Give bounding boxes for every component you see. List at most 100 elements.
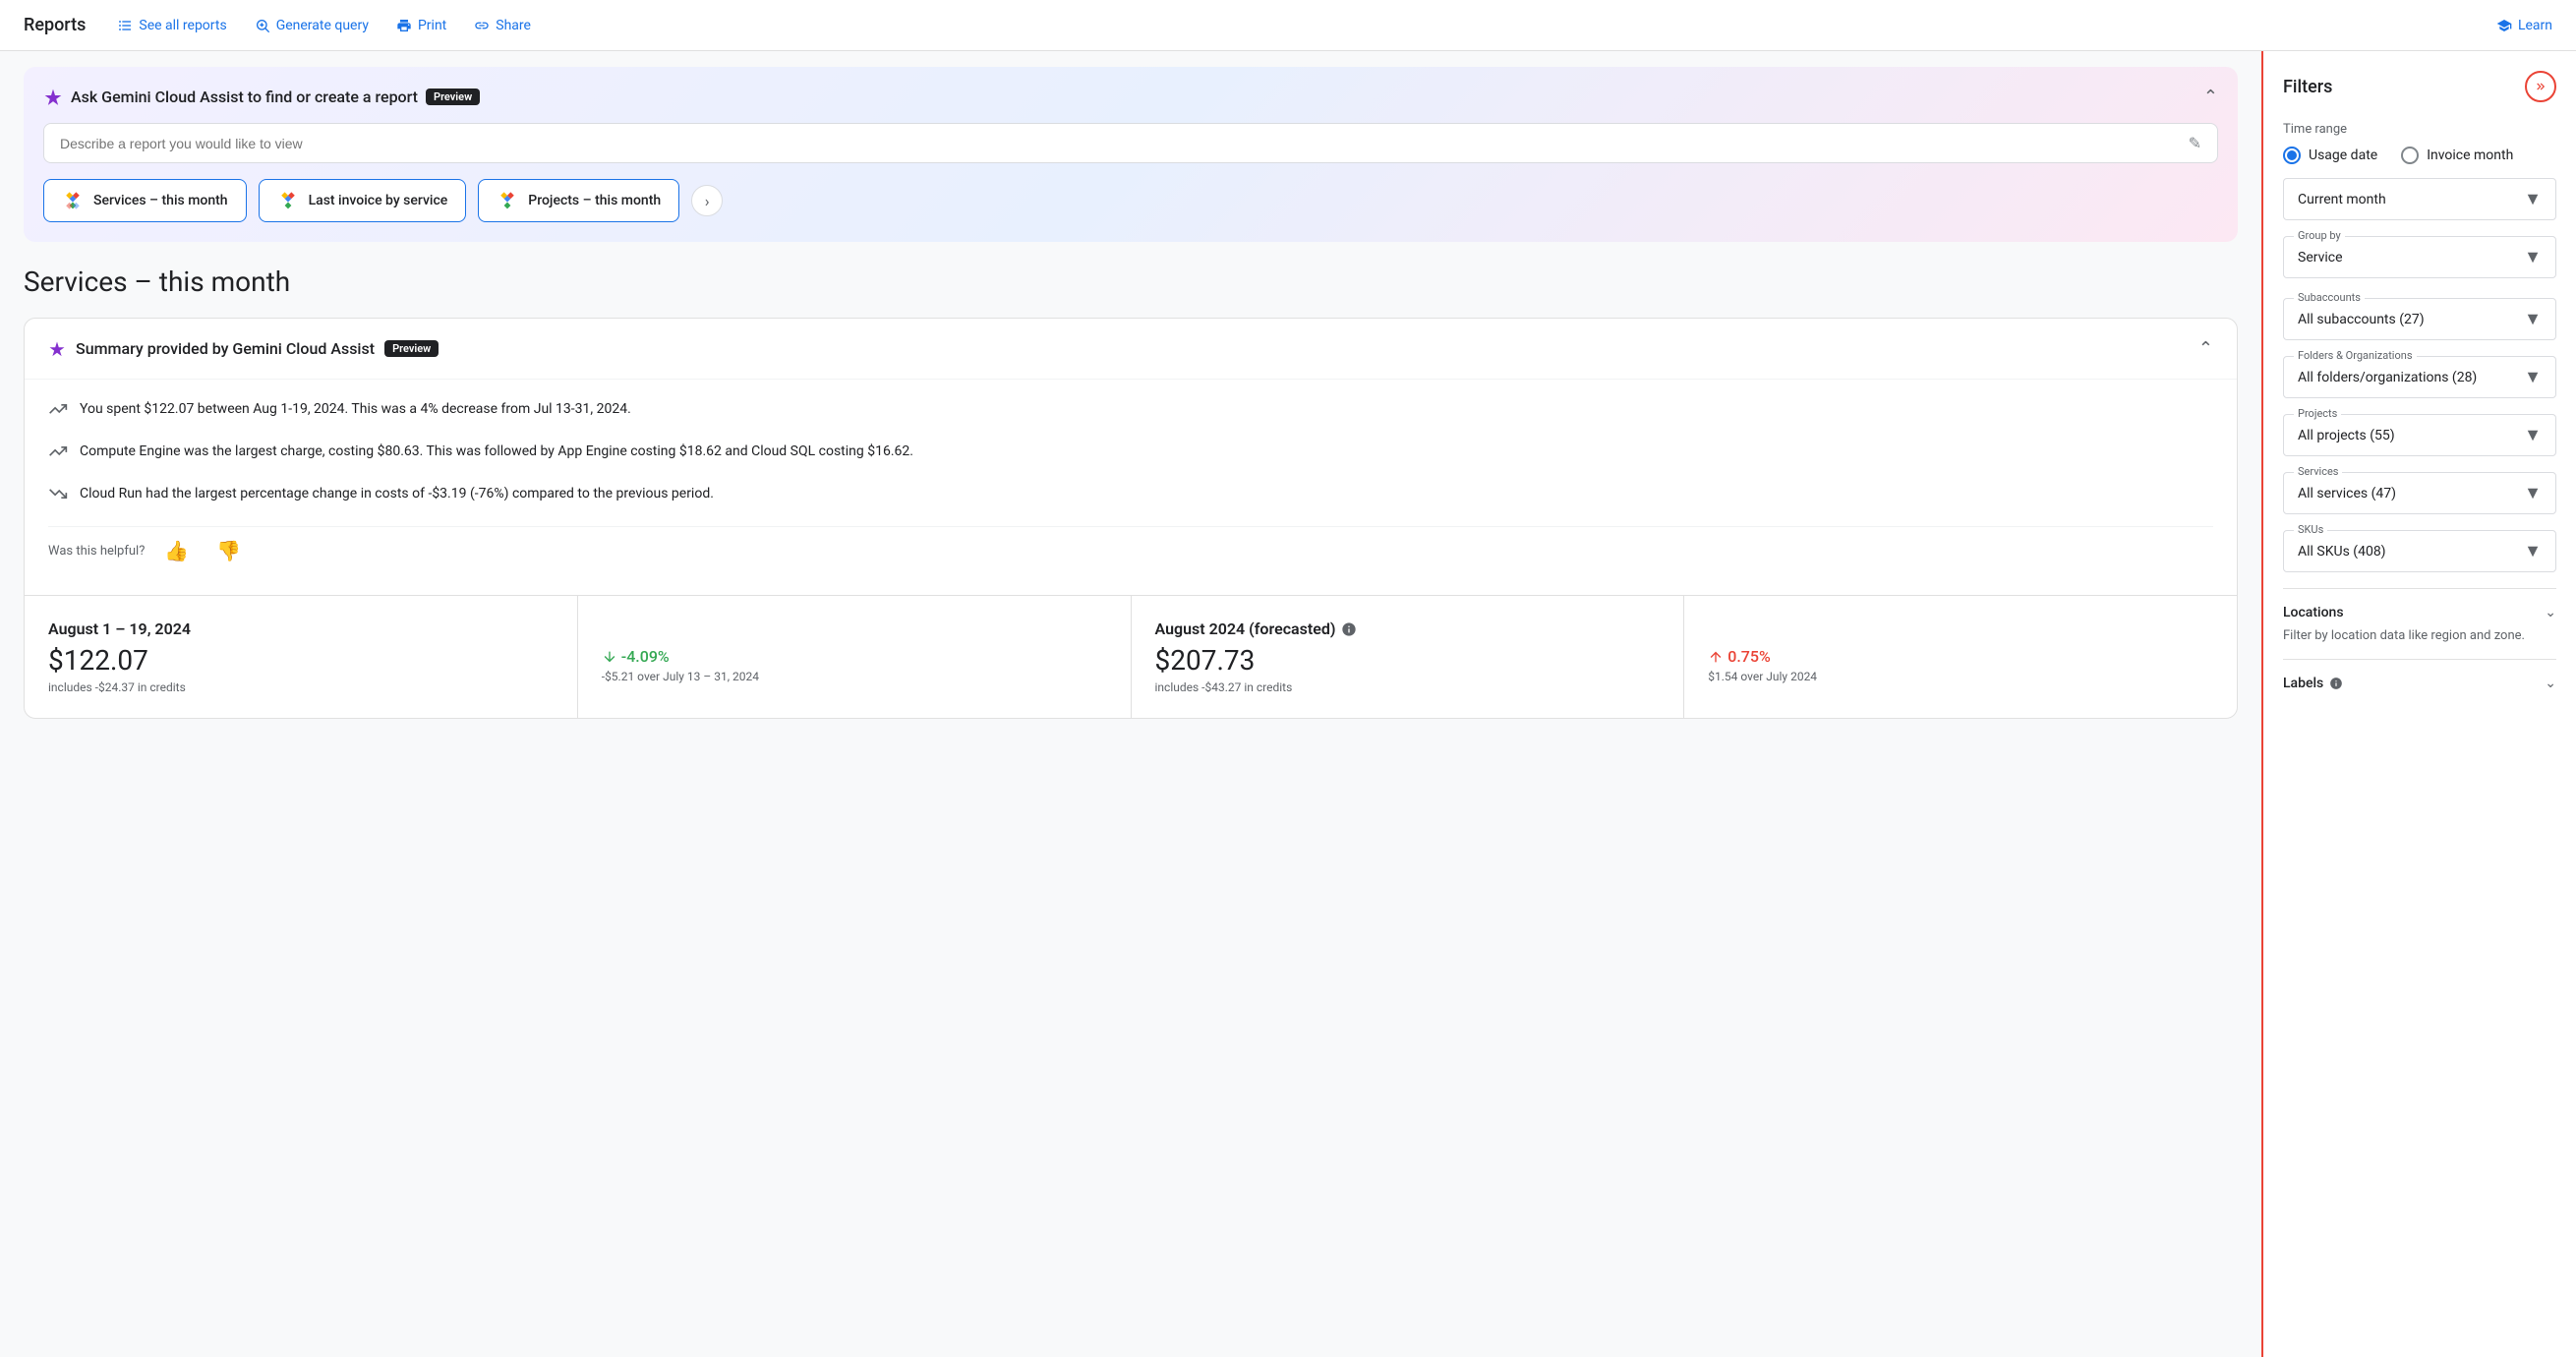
current-change-text: -4.09% — [621, 647, 670, 666]
collapse-icon — [2534, 80, 2547, 93]
print-label: Print — [418, 18, 446, 33]
labels-section: Labels ⌄ — [2283, 659, 2556, 707]
projects-arrow: ▼ — [2524, 425, 2542, 445]
print-icon — [396, 18, 412, 33]
filters-header: Filters — [2283, 71, 2556, 102]
projects-field-label: Projects — [2294, 407, 2341, 420]
chip-services-label: Services – this month — [93, 193, 228, 208]
skus-field-label: SKUs — [2294, 523, 2327, 536]
gemini-search-input[interactable] — [60, 136, 2189, 151]
trend-icon-1 — [48, 399, 68, 424]
current-date-label: August 1 – 19, 2024 — [48, 620, 554, 638]
query-icon — [255, 18, 270, 33]
services-field-label: Services — [2294, 465, 2342, 478]
forecast-amount: $207.73 — [1155, 644, 1661, 677]
generate-query-label: Generate query — [276, 18, 369, 33]
filters-title: Filters — [2283, 77, 2332, 97]
helpful-row: Was this helpful? 👍 👎 — [48, 526, 2213, 575]
nav-links: See all reports Generate query Print Sha… — [117, 18, 531, 33]
time-range-label: Time range — [2283, 122, 2556, 137]
forecast-change-sub: $1.54 over July 2024 — [1708, 670, 2213, 683]
services-arrow: ▼ — [2524, 483, 2542, 503]
learn-link[interactable]: Learn — [2496, 18, 2552, 33]
usage-date-radio-circle — [2283, 147, 2301, 164]
thumbs-up-button[interactable]: 👍 — [156, 535, 197, 567]
gcp-logo-icon — [62, 190, 84, 211]
chips-next-button[interactable]: › — [691, 185, 723, 216]
print-link[interactable]: Print — [396, 18, 446, 33]
summary-header: Summary provided by Gemini Cloud Assist … — [25, 319, 2237, 380]
thumbs-down-button[interactable]: 👎 — [208, 535, 249, 567]
share-label: Share — [496, 18, 531, 33]
see-all-reports-link[interactable]: See all reports — [117, 18, 226, 33]
filters-collapse-button[interactable] — [2525, 71, 2556, 102]
gcp-logo-icon-2 — [277, 190, 299, 211]
forecast-label-text: August 2024 (forecasted) — [1155, 620, 1336, 638]
time-range-section: Time range Usage date Invoice month Curr… — [2283, 122, 2556, 278]
sparkle-icon — [43, 88, 63, 107]
invoice-month-radio[interactable]: Invoice month — [2401, 147, 2513, 164]
subaccounts-field-label: Subaccounts — [2294, 291, 2365, 304]
gemini-title-text: Ask Gemini Cloud Assist to find or creat… — [71, 88, 418, 106]
forecast-change-text: 0.75% — [1727, 647, 1771, 666]
collapse-summary-button[interactable]: ⌃ — [2198, 338, 2213, 359]
summary-title: Summary provided by Gemini Cloud Assist … — [48, 339, 439, 358]
gemini-input-wrapper: ✎ — [43, 123, 2218, 163]
helpful-label: Was this helpful? — [48, 544, 145, 559]
gemini-panel: Ask Gemini Cloud Assist to find or creat… — [24, 67, 2238, 242]
subaccounts-dropdown[interactable]: Subaccounts All subaccounts (27) ▼ — [2283, 298, 2556, 340]
summary-card: Summary provided by Gemini Cloud Assist … — [24, 318, 2238, 719]
locations-description: Filter by location data like region and … — [2283, 628, 2556, 643]
forecast-date-label: August 2024 (forecasted) — [1155, 620, 1661, 638]
subaccounts-value: All subaccounts (27) — [2298, 312, 2425, 327]
summary-body: You spent $122.07 between Aug 1-19, 2024… — [25, 380, 2237, 595]
services-dropdown[interactable]: Services All services (47) ▼ — [2283, 472, 2556, 514]
current-month-value: Current month — [2298, 192, 2386, 207]
forecast-change-block: 0.75% $1.54 over July 2024 — [1683, 596, 2237, 718]
skus-dropdown[interactable]: SKUs All SKUs (408) ▼ — [2283, 530, 2556, 572]
collapse-gemini-button[interactable]: ⌃ — [2203, 87, 2218, 107]
gcp-logo-icon-3 — [497, 190, 518, 211]
labels-title: Labels — [2283, 676, 2323, 691]
main-layout: Ask Gemini Cloud Assist to find or creat… — [0, 51, 2576, 1357]
forecast-sub: includes -$43.27 in credits — [1155, 680, 1661, 694]
skus-value: All SKUs (408) — [2298, 544, 2386, 560]
folders-orgs-value: All folders/organizations (28) — [2298, 370, 2477, 385]
share-link[interactable]: Share — [474, 18, 531, 33]
summary-title-text: Summary provided by Gemini Cloud Assist — [76, 339, 375, 358]
current-month-dropdown[interactable]: Current month ▼ — [2283, 178, 2556, 220]
locations-section: Locations ⌄ Filter by location data like… — [2283, 588, 2556, 659]
time-range-radio-group: Usage date Invoice month — [2283, 147, 2556, 164]
chip-services-this-month[interactable]: Services – this month — [43, 179, 247, 222]
summary-text-2: Compute Engine was the largest charge, c… — [80, 442, 913, 462]
gemini-title: Ask Gemini Cloud Assist to find or creat… — [43, 88, 480, 107]
chip-projects-this-month[interactable]: Projects – this month — [478, 179, 679, 222]
learn-label: Learn — [2518, 18, 2552, 33]
usage-date-radio[interactable]: Usage date — [2283, 147, 2377, 164]
folders-orgs-dropdown[interactable]: Folders & Organizations All folders/orga… — [2283, 356, 2556, 398]
usage-date-label: Usage date — [2309, 148, 2377, 163]
suggestion-chips: Services – this month Last invoice by se… — [43, 179, 2218, 222]
nav-title: Reports — [24, 15, 86, 35]
see-all-reports-label: See all reports — [139, 18, 226, 33]
forecast-stat-block: August 2024 (forecasted) $207.73 include… — [1131, 596, 1684, 718]
folders-orgs-arrow: ▼ — [2524, 367, 2542, 387]
trend-icon-3 — [48, 484, 68, 508]
current-month-arrow: ▼ — [2524, 189, 2542, 209]
invoice-month-label: Invoice month — [2427, 148, 2513, 163]
chip-last-invoice[interactable]: Last invoice by service — [259, 179, 467, 222]
content-area: Ask Gemini Cloud Assist to find or creat… — [0, 51, 2261, 1357]
summary-item-3: Cloud Run had the largest percentage cha… — [48, 484, 2213, 508]
generate-query-link[interactable]: Generate query — [255, 18, 369, 33]
trend-icon-2 — [48, 442, 68, 466]
projects-dropdown[interactable]: Projects All projects (55) ▼ — [2283, 414, 2556, 456]
list-icon — [117, 18, 133, 33]
group-by-value: Service — [2298, 250, 2343, 266]
group-by-dropdown[interactable]: Group by Service ▼ — [2283, 236, 2556, 278]
group-by-field-label: Group by — [2294, 229, 2345, 242]
labels-header[interactable]: Labels ⌄ — [2283, 676, 2556, 691]
chip-projects-label: Projects – this month — [528, 193, 661, 208]
locations-header[interactable]: Locations ⌄ — [2283, 605, 2556, 620]
skus-arrow: ▼ — [2524, 541, 2542, 561]
subaccounts-arrow: ▼ — [2524, 309, 2542, 329]
